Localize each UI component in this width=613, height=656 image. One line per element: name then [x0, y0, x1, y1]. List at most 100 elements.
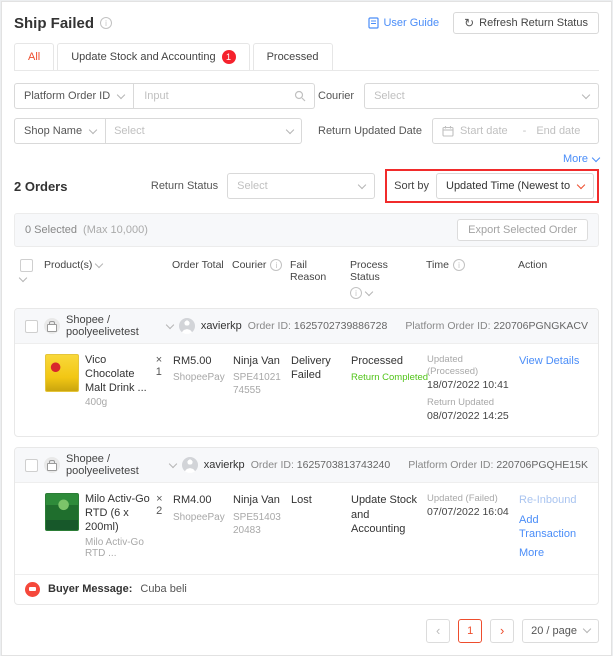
- product-image: [45, 354, 79, 392]
- end-date-field[interactable]: End date: [536, 125, 589, 137]
- buyer-message-row: Buyer Message: Cuba beli: [15, 573, 598, 604]
- selection-bar: 0 Selected (Max 10,000) Export Selected …: [14, 213, 599, 247]
- next-page-button[interactable]: ›: [490, 618, 515, 643]
- return-updated-date-picker[interactable]: Start date - End date: [431, 118, 599, 144]
- product-variant: Milo Activ-Go RTD ...: [85, 536, 144, 559]
- export-selected-order-button[interactable]: Export Selected Order: [457, 219, 588, 241]
- info-icon[interactable]: [350, 287, 362, 299]
- product-name: Milo Activ-Go RTD (6 x 200ml): [85, 493, 150, 533]
- platform-order-id-type-select[interactable]: Platform Order ID: [14, 83, 135, 109]
- product-quantity: × 1: [155, 354, 163, 378]
- document-icon: [368, 17, 380, 29]
- sort-by-select[interactable]: Updated Time (Newest to Old...: [436, 173, 594, 199]
- platform-order-id-input[interactable]: [142, 89, 289, 103]
- shopee-icon: [44, 318, 60, 334]
- filter-row-2: Shop Name Select Return Updated Date Sta…: [14, 118, 599, 144]
- tracking-number: SPE5140320483: [233, 511, 281, 536]
- tab-processed[interactable]: Processed: [252, 43, 333, 70]
- chevron-down-icon: [576, 180, 586, 189]
- buyer-username: xavierkp: [203, 459, 245, 472]
- search-icon: [294, 90, 306, 102]
- order-card: Shopee / poolyeelivetest xavierkp Order …: [14, 308, 599, 438]
- order-id-value: 1625702739886728: [293, 320, 388, 332]
- chevron-down-icon[interactable]: [364, 287, 374, 296]
- re-inbound-link[interactable]: Re-Inbound: [519, 493, 590, 507]
- table-header: Product(s) Order Total Courier Fail Reas…: [14, 257, 599, 308]
- add-transaction-link[interactable]: Add Transaction: [519, 513, 590, 542]
- tab-all[interactable]: All: [14, 43, 55, 70]
- buyer-avatar: [178, 318, 195, 334]
- page-number[interactable]: 1: [458, 618, 483, 643]
- shop-name-select[interactable]: Select: [106, 118, 302, 144]
- user-guide-link[interactable]: User Guide: [368, 17, 439, 29]
- order-total: RM4.00: [173, 494, 212, 507]
- product-variant: 400g: [85, 397, 108, 409]
- product-name: Vico Chocolate Malt Drink ...: [85, 354, 147, 394]
- ship-failed-page: Ship Failed User Guide ↻ Refresh Return …: [1, 1, 612, 656]
- order-checkbox[interactable]: [25, 458, 38, 472]
- buyer-message-text: Cuba beli: [140, 583, 187, 595]
- more-actions-link[interactable]: More: [519, 546, 590, 560]
- chevron-down-icon: [591, 153, 601, 162]
- date-separator: -: [522, 125, 527, 137]
- shop-name-dropdown[interactable]: Shopee / poolyeelivetest: [66, 453, 177, 477]
- platform-order-id-label: Platform Order ID:: [405, 320, 491, 332]
- chevron-down-icon[interactable]: [95, 259, 104, 268]
- platform-order-id-value: 220706PGQHE15K: [496, 459, 588, 472]
- order-row: Vico Chocolate Malt Drink ... 400g × 1 R…: [15, 344, 598, 436]
- start-date-field[interactable]: Start date: [460, 125, 513, 137]
- chevron-down-icon: [168, 459, 177, 469]
- chevron-down-icon: [116, 90, 126, 99]
- chevron-down-icon: [582, 624, 592, 634]
- orders-toolbar: 2 Orders Return Status Select Sort by Up…: [14, 169, 599, 203]
- buyer-message-icon: [25, 581, 40, 597]
- more-filters-link[interactable]: More: [563, 153, 601, 165]
- status-tabs: All Update Stock and Accounting 1 Proces…: [14, 43, 599, 71]
- info-icon[interactable]: [100, 17, 113, 29]
- order-checkbox[interactable]: [25, 319, 38, 333]
- product-quantity: × 2: [156, 493, 163, 518]
- buyer-message-label: Buyer Message:: [48, 583, 133, 595]
- view-details-link[interactable]: View Details: [519, 354, 590, 368]
- time-label: Updated (Processed): [427, 354, 479, 378]
- process-status: Update Stock and Accounting: [351, 494, 418, 535]
- refresh-return-status-button[interactable]: ↻ Refresh Return Status: [453, 12, 599, 34]
- order-row: Milo Activ-Go RTD (6 x 200ml) Milo Activ…: [15, 483, 598, 573]
- select-all-checkbox[interactable]: [20, 259, 33, 272]
- courier-select[interactable]: Select: [364, 83, 599, 109]
- courier-filter-label: Courier: [318, 90, 355, 102]
- selected-max: (Max 10,000): [83, 224, 148, 236]
- order-card-header: Shopee / poolyeelivetest xavierkp Order …: [15, 309, 598, 344]
- calendar-icon: [442, 125, 454, 137]
- chevron-down-icon: [357, 180, 367, 189]
- page-header: Ship Failed User Guide ↻ Refresh Return …: [14, 12, 599, 34]
- time-value: 18/07/2022 10:41: [427, 378, 509, 391]
- chevron-down-icon: [165, 320, 175, 329]
- time-value: 08/07/2022 14:25: [427, 409, 509, 422]
- platform-order-id-filter: Platform Order ID: [14, 83, 316, 109]
- filter-row-1: Platform Order ID Courier Select: [14, 83, 599, 109]
- shop-name-dropdown[interactable]: Shopee / poolyeelivetest: [66, 314, 175, 338]
- prev-page-button[interactable]: ‹: [426, 618, 451, 643]
- info-icon[interactable]: [270, 259, 283, 271]
- tab-update-stock-and-accounting[interactable]: Update Stock and Accounting 1: [57, 43, 250, 70]
- page-size-select[interactable]: 20 / page: [522, 618, 599, 643]
- refresh-icon: ↻: [464, 16, 475, 30]
- info-icon[interactable]: [452, 259, 465, 271]
- chevron-down-icon: [285, 125, 295, 134]
- order-id-label: Order ID:: [247, 320, 291, 332]
- courier-name: Ninja Van: [233, 494, 280, 507]
- chevron-down-icon[interactable]: [18, 273, 28, 283]
- courier-name: Ninja Van: [233, 355, 280, 367]
- platform-order-id-value: 220706PGNGKACV: [493, 320, 588, 332]
- order-total: RM5.00: [173, 355, 212, 367]
- return-status-select[interactable]: Select: [227, 173, 376, 199]
- return-status-label: Return Status: [150, 180, 219, 192]
- fail-reason: Delivery Failed: [291, 355, 331, 382]
- refresh-button-label: Refresh Return Status: [479, 17, 588, 29]
- fail-reason: Lost: [291, 494, 312, 507]
- tab-count-badge: 1: [221, 50, 236, 64]
- shop-name-type-select[interactable]: Shop Name: [14, 118, 107, 144]
- product-image: [45, 493, 79, 532]
- pagination: ‹ 1 › 20 / page: [14, 618, 599, 643]
